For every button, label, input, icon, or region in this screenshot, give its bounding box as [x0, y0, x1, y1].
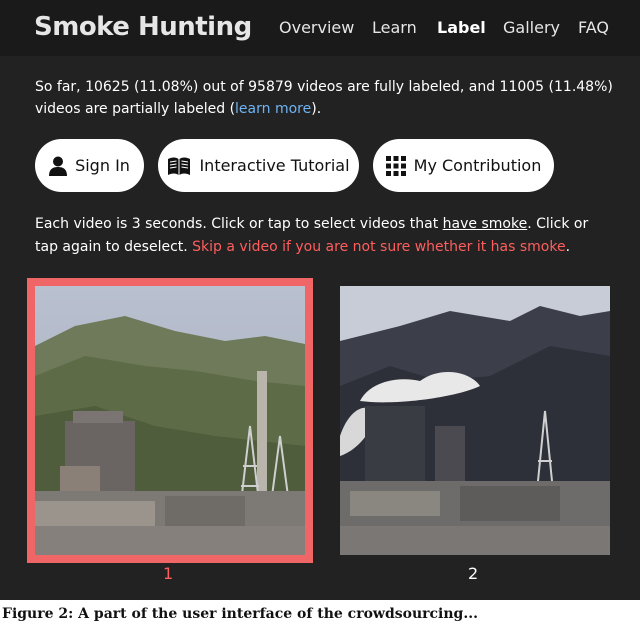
sign-in-label: Sign In — [75, 156, 130, 175]
video-thumbnail-1 — [35, 286, 305, 555]
user-icon — [49, 156, 68, 176]
tutorial-label: Interactive Tutorial — [199, 156, 350, 175]
nav-learn[interactable]: Learn — [372, 18, 417, 37]
nav-faq[interactable]: FAQ — [578, 18, 609, 37]
video-tile-2[interactable] — [340, 286, 610, 555]
contribution-label: My Contribution — [413, 156, 542, 175]
video-tile-1-selected[interactable] — [27, 278, 313, 563]
skip-warning: Skip a video if you are not sure whether… — [192, 239, 566, 255]
labeling-stats: So far, 10625 (11.08%) out of 95879 vide… — [35, 76, 615, 120]
have-smoke-emphasis: have smoke — [442, 216, 528, 232]
brand-logo-text[interactable]: Smoke Hunting — [34, 12, 252, 42]
interactive-tutorial-button[interactable]: Interactive Tutorial — [158, 139, 359, 192]
nav-overview[interactable]: Overview — [279, 18, 354, 37]
open-book-icon — [167, 156, 191, 176]
learn-more-link[interactable]: learn more — [235, 101, 311, 117]
nav-label[interactable]: Label — [437, 18, 486, 37]
my-contribution-button[interactable]: My Contribution — [373, 139, 554, 192]
nav-gallery[interactable]: Gallery — [503, 18, 560, 37]
video-thumbnail-2 — [340, 286, 610, 555]
grid-icon — [385, 155, 406, 176]
video-2-caption: 2 — [468, 564, 479, 583]
stats-text-end: ). — [311, 101, 322, 117]
top-navigation-bar: Smoke Hunting Overview Learn Label Galle… — [0, 0, 640, 56]
label-page: Smoke Hunting Overview Learn Label Galle… — [0, 0, 640, 600]
sign-in-button[interactable]: Sign In — [35, 139, 144, 192]
video-1-caption: 1 — [163, 564, 174, 583]
figure-caption: Figure 2: A part of the user interface o… — [0, 603, 640, 625]
instructions-text: Each video is 3 seconds. Click or tap to… — [35, 216, 443, 232]
labeling-instructions: Each video is 3 seconds. Click or tap to… — [35, 213, 615, 259]
stats-text: So far, 10625 (11.08%) out of 95879 vide… — [35, 79, 613, 117]
instructions-text-3: . — [565, 239, 571, 255]
